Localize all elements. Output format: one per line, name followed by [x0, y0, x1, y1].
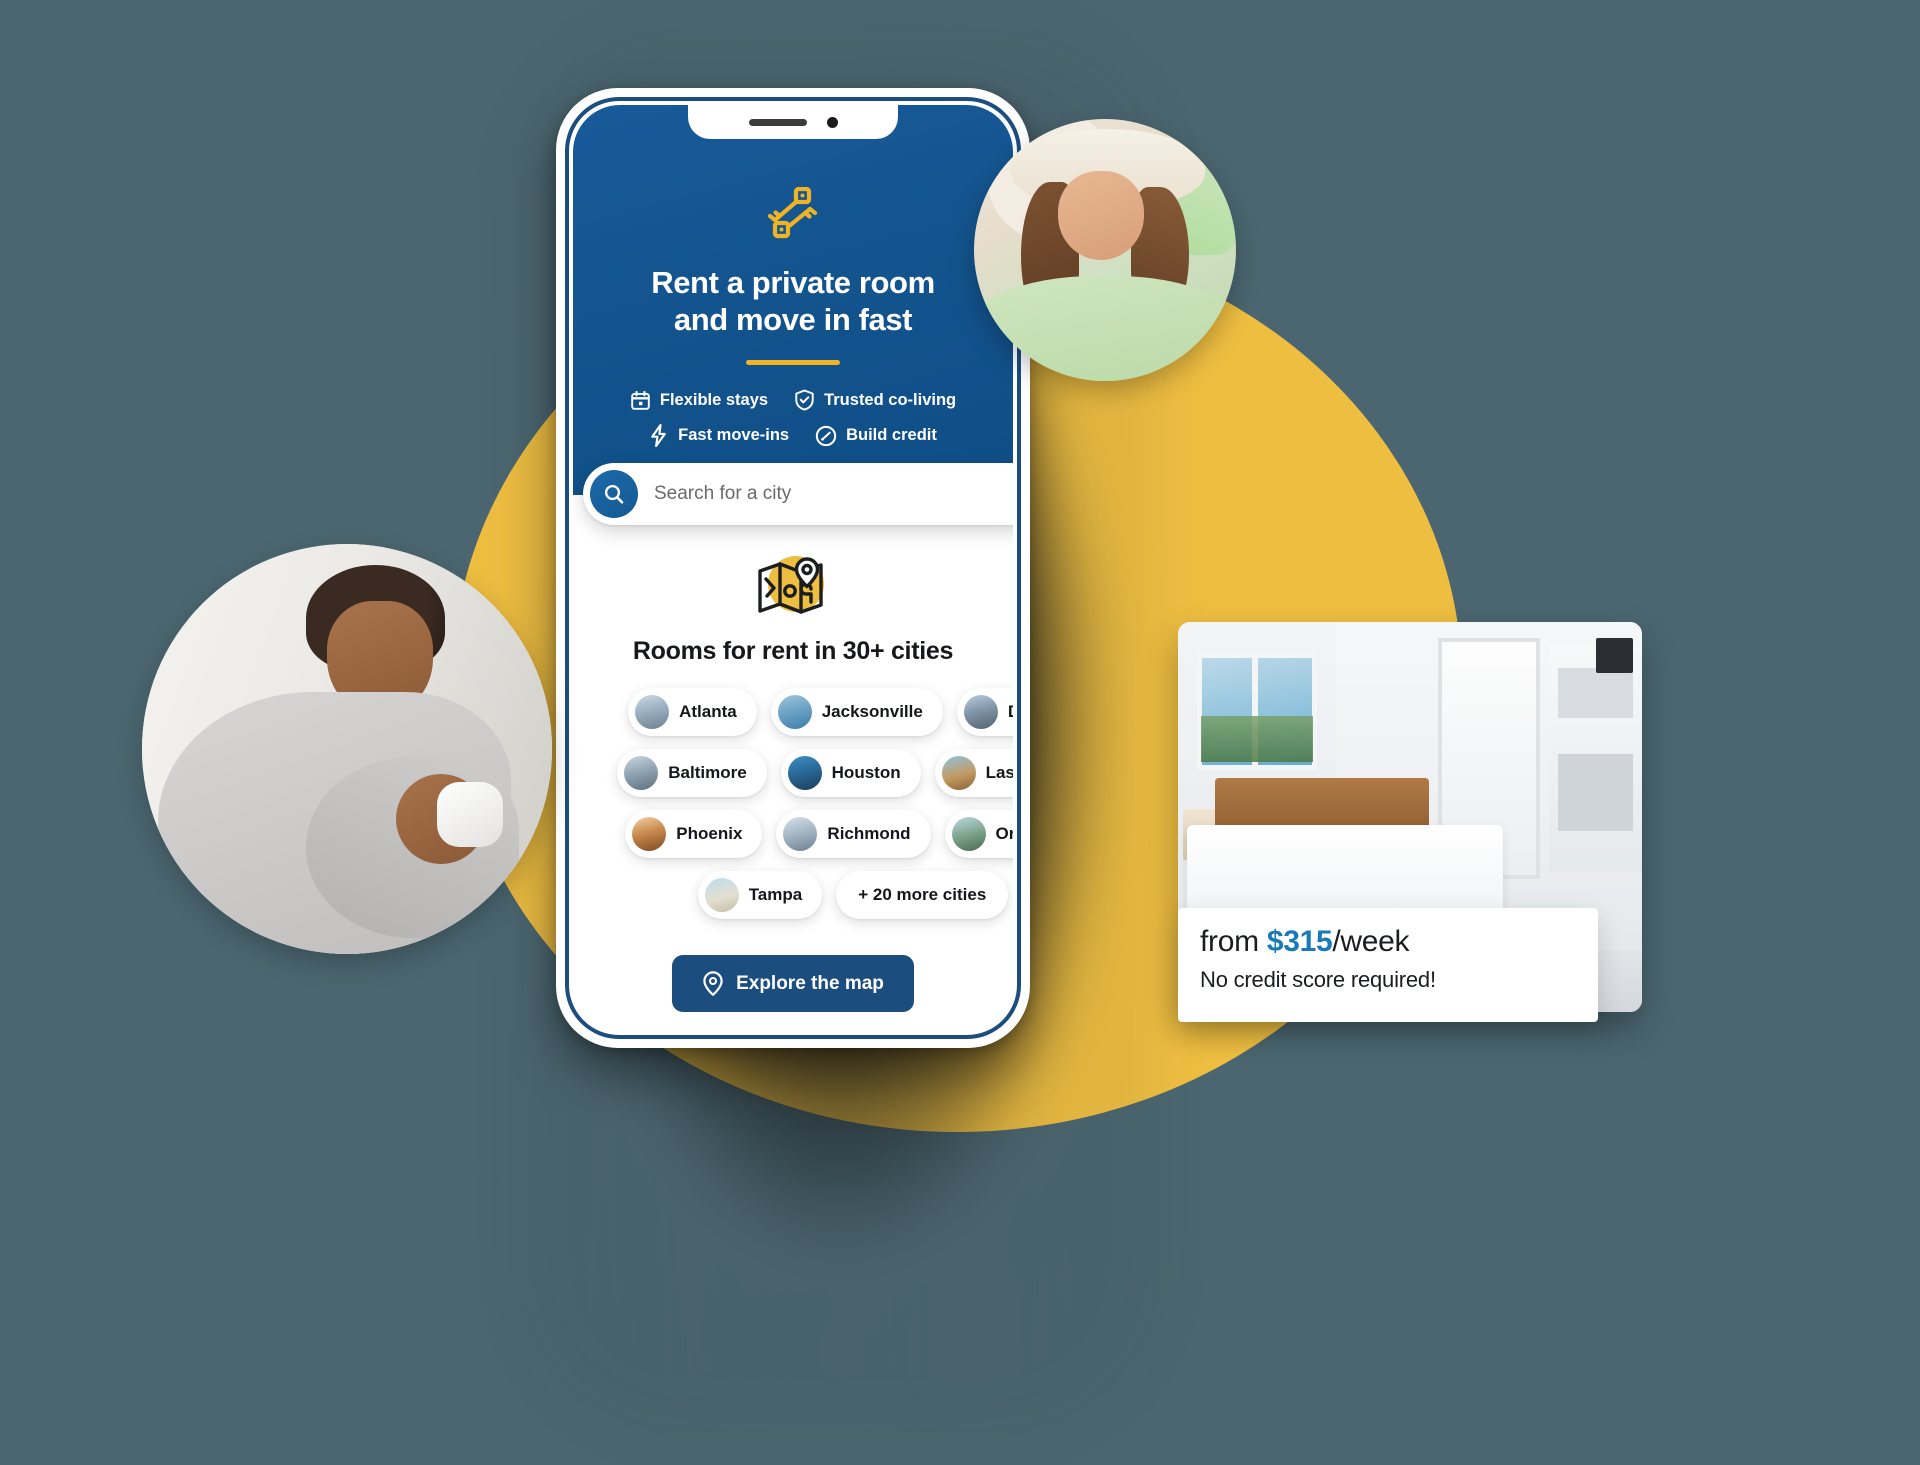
city-thumbnail-icon	[783, 817, 818, 851]
more-cities-label: + 20 more cities	[858, 885, 987, 904]
location-pin-icon	[703, 971, 723, 996]
man-with-mug-photo	[142, 544, 552, 954]
hero-composition: Rent a private room and move in fast Fle…	[0, 0, 1920, 1465]
phone-screen: Rent a private room and move in fast Fle…	[573, 105, 1013, 1031]
price-suffix: /week	[1332, 925, 1410, 958]
photo-detail-foliage	[1201, 715, 1313, 763]
map-pin-folded-map-icon	[758, 556, 824, 614]
hero-feature-list: Flexible stays Trusted co-living Fast mo…	[573, 389, 1013, 448]
city-thumbnail-icon	[787, 756, 822, 790]
hero-feature-row-2: Fast move-ins Build credit	[595, 424, 991, 448]
city-chip-dallas[interactable]: Dallas	[956, 688, 1013, 736]
city-chip-label: Dallas	[1008, 702, 1013, 722]
city-chip-richmond[interactable]: Richmond	[776, 810, 931, 858]
city-chip-orlando[interactable]: Orlando	[944, 810, 1013, 858]
photo-detail-sweater	[974, 276, 1236, 381]
feature-label: Fast move-ins	[678, 426, 790, 445]
city-chip-baltimore[interactable]: Baltimore	[617, 749, 767, 797]
city-chip-label: Jacksonville	[821, 702, 923, 721]
city-chip-label: Tampa	[748, 885, 803, 904]
speedometer-icon	[815, 425, 837, 446]
search-bar[interactable]: Search for a city	[583, 463, 1013, 525]
front-camera-icon	[826, 116, 838, 128]
phone-notch	[688, 105, 898, 139]
page-title: Rooms for rent in 30+ cities	[632, 637, 954, 665]
photo-detail-mug	[437, 781, 503, 848]
price-amount: $315	[1266, 925, 1333, 958]
search-input[interactable]: Search for a city	[654, 483, 791, 505]
more-cities-chip[interactable]: + 20 more cities	[836, 871, 1009, 919]
city-chip-tampa[interactable]: Tampa	[697, 871, 823, 919]
map-illustration	[573, 549, 1013, 625]
feature-label: Trusted co-living	[824, 390, 957, 409]
city-chip-label: Richmond	[827, 824, 911, 843]
hero-title-line-2: and move in fast	[673, 301, 913, 337]
city-chip-las-vegas[interactable]: Las Vegas	[934, 749, 1013, 797]
city-chip-label: Atlanta	[679, 702, 737, 721]
city-chip-houston[interactable]: Houston	[780, 749, 921, 797]
feature-flexible-stays: Flexible stays	[630, 390, 768, 411]
lightning-bolt-icon	[651, 424, 666, 448]
city-chip-label: Phoenix	[676, 824, 743, 843]
speaker-grill-icon	[748, 118, 807, 126]
price-line: from $315/week	[1200, 925, 1598, 959]
explore-map-button-label: Explore the map	[736, 972, 884, 994]
city-thumbnail-icon	[777, 695, 812, 729]
cities-panel: Rooms for rent in 30+ cities Atlanta Jac…	[573, 495, 1013, 1031]
explore-map-cta-container: Explore the map	[573, 955, 1013, 1012]
hero-divider	[746, 360, 840, 366]
city-thumbnail-icon	[635, 695, 670, 729]
feature-label: Build credit	[846, 426, 937, 445]
search-icon[interactable]	[590, 470, 638, 518]
feature-fast-move-ins: Fast move-ins	[649, 424, 790, 448]
search-bar-container: Search for a city	[583, 463, 1013, 525]
photo-detail-wall-unit	[1595, 637, 1633, 673]
city-chip-atlanta[interactable]: Atlanta	[628, 688, 757, 736]
price-callout-card: from $315/week No credit score required!	[1178, 908, 1598, 1022]
city-thumbnail-icon	[704, 878, 739, 912]
city-thumbnail-icon	[632, 817, 667, 851]
photo-detail-face	[1057, 171, 1145, 261]
photo-detail-kitchen	[1549, 645, 1642, 872]
city-thumbnail-icon	[951, 817, 986, 851]
calendar-icon	[631, 390, 650, 410]
hero-feature-row-1: Flexible stays Trusted co-living	[595, 389, 991, 411]
city-chip-jacksonville[interactable]: Jacksonville	[770, 688, 943, 736]
city-chip-label: Orlando	[995, 824, 1013, 843]
city-chip-label: Baltimore	[668, 763, 747, 782]
city-thumbnail-icon	[963, 695, 998, 729]
app-hero-header: Rent a private room and move in fast Fle…	[573, 105, 1013, 525]
city-chip-label: Las Vegas	[985, 763, 1013, 782]
woman-on-phone-photo	[974, 119, 1236, 381]
feature-label: Flexible stays	[659, 390, 769, 409]
city-thumbnail-icon	[624, 756, 659, 790]
city-thumbnail-icon	[941, 756, 976, 790]
shield-check-icon	[795, 389, 814, 411]
hero-title: Rent a private room and move in fast	[573, 265, 1013, 338]
city-chip-label: Houston	[831, 763, 901, 782]
explore-map-button[interactable]: Explore the map	[672, 955, 914, 1012]
hero-title-line-1: Rent a private room	[651, 265, 935, 300]
city-chip-list: Atlanta Jacksonville Dallas Baltimore	[573, 688, 1013, 919]
price-subtitle: No credit score required!	[1200, 967, 1436, 992]
two-keys-icon	[767, 187, 818, 239]
feature-build-credit: Build credit	[815, 425, 937, 447]
city-chip-phoenix[interactable]: Phoenix	[625, 810, 763, 858]
price-prefix: from	[1200, 925, 1267, 958]
feature-trusted-co-living: Trusted co-living	[794, 389, 956, 411]
phone-mockup: Rent a private room and move in fast Fle…	[556, 88, 1030, 1048]
